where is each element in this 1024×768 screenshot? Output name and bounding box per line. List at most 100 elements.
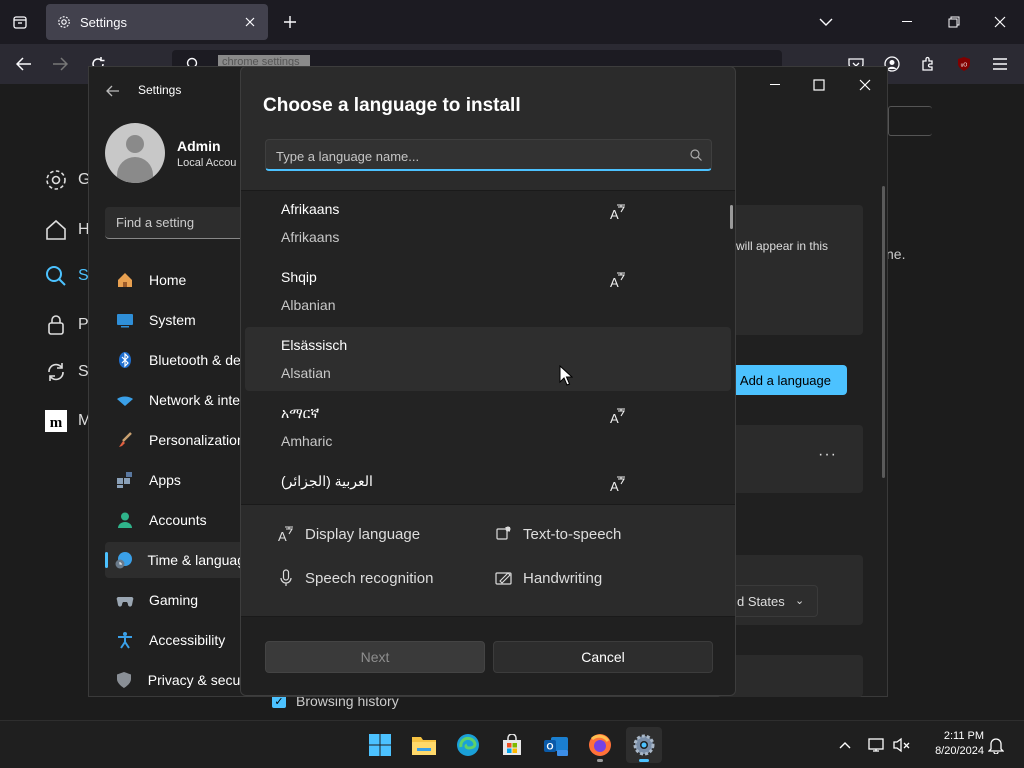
gaming-icon [115,590,135,610]
search-icon [46,266,66,286]
language-item-albanian[interactable]: Shqip Albanian A [245,259,731,323]
nav-item-privacy[interactable]: Privacy & secur [105,662,245,698]
nav-item-accounts[interactable]: Accounts [105,502,245,538]
settings-scrollbar[interactable] [882,186,885,478]
ublock-icon: uO [958,57,970,71]
nav-item-bluetooth[interactable]: Bluetooth & de [105,342,245,378]
chevron-down-icon [819,18,833,26]
language-item-alsatian[interactable]: Elsässisch Alsatian [245,327,731,391]
more-options-icon[interactable]: ··· [818,446,837,464]
nav-item-personalization[interactable]: Personalization [105,422,245,458]
settings-card [717,425,863,493]
minimize-button[interactable] [892,6,924,38]
nav-item-system[interactable]: System [105,302,245,338]
find-setting-input[interactable]: Find a setting [105,207,245,239]
store-button[interactable] [494,727,530,763]
notifications-button[interactable] [986,735,1006,755]
tab-title: Settings [80,14,127,30]
settings-card [717,655,863,697]
language-item-arabic-algeria[interactable]: العربية (الجزائر) A [245,463,731,504]
firefox-button[interactable] [582,727,618,763]
nav-item-home[interactable]: Home [105,262,245,298]
page-text: ne. [886,246,906,262]
language-list-scrollbar[interactable] [730,205,733,229]
lock-icon [48,315,64,335]
network-icon [868,738,884,752]
new-tab-button[interactable] [278,10,302,34]
language-info-text: will appear in this [736,239,829,253]
search-icon [690,149,702,161]
settings-minimize-button[interactable] [757,71,793,99]
edge-icon [457,734,479,756]
apps-icon [115,470,135,490]
sync-icon [48,363,64,381]
clock-date: 8/20/2024 [935,745,984,757]
settings-title: Settings [138,83,182,97]
outlook-button[interactable]: O [538,727,574,763]
gear-icon [633,734,655,756]
menu-button[interactable] [988,52,1012,76]
add-language-button[interactable]: Add a language [728,365,847,395]
next-button[interactable]: Next [265,641,485,673]
volume-muted-icon [893,737,910,753]
gear-icon [46,170,66,190]
svg-text:A: A [610,275,619,289]
handwriting-icon [495,569,513,587]
language-search-field[interactable] [265,139,712,171]
clock[interactable]: 2:11 PM 8/20/2024 [920,729,984,759]
legend-speech-recognition: Speech recognition [277,569,433,587]
ublock-button[interactable]: uO [952,52,976,76]
nav-item-network[interactable]: Network & inte [105,382,245,418]
forward-button[interactable] [48,52,72,76]
cancel-button[interactable]: Cancel [493,641,713,673]
page-search-box[interactable] [888,106,932,136]
close-tab-icon[interactable] [238,10,262,34]
running-indicator [597,759,603,762]
svg-text:A: A [610,207,619,221]
display-language-icon: A [610,272,625,289]
network-tray-button[interactable] [866,735,886,755]
nav-item-time-language[interactable]: Time & languag [105,542,245,578]
active-indicator [105,552,108,568]
show-hidden-icons-button[interactable] [835,735,855,755]
tab-list-button[interactable] [8,10,32,34]
accessibility-icon [115,630,135,650]
extensions-button[interactable] [916,52,940,76]
nav-item-accessibility[interactable]: Accessibility [105,622,245,658]
settings-back-button[interactable] [103,81,123,101]
list-all-tabs-button[interactable] [814,10,838,34]
display-language-icon: A [610,204,625,221]
outlook-icon: O [544,737,568,756]
brush-icon [115,430,135,450]
back-button[interactable] [12,52,36,76]
home-icon [46,219,66,240]
arrow-left-icon [16,57,31,71]
bluetooth-icon [115,350,135,370]
chevron-down-icon: ⌄ [795,595,805,607]
edge-button[interactable] [450,727,486,763]
plus-icon [284,16,296,28]
region-dropdown[interactable]: d States ⌄ [728,585,818,617]
nav-item-apps[interactable]: Apps [105,462,245,498]
settings-taskbar-button[interactable] [626,727,662,763]
language-search-input[interactable] [276,146,676,166]
close-window-button[interactable] [984,6,1016,38]
language-item-amharic[interactable]: አማርኛ Amharic A [245,395,731,459]
browser-tab-bar: Settings [0,0,1024,44]
language-item-afrikaans[interactable]: Afrikaans Afrikaans A [245,191,731,255]
settings-close-button[interactable] [847,71,883,99]
folder-icon [412,737,436,755]
accounts-icon [115,510,135,530]
svg-text:A: A [610,479,619,493]
avatar[interactable] [105,123,165,183]
svg-text:uO: uO [961,63,968,69]
volume-tray-button[interactable] [892,735,912,755]
nav-item-gaming[interactable]: Gaming [105,582,245,618]
tab-settings[interactable]: Settings [46,4,268,40]
file-explorer-button[interactable] [406,727,442,763]
settings-maximize-button[interactable] [801,71,837,99]
dialog-title: Choose a language to install [263,95,521,116]
restore-button[interactable] [938,6,970,38]
start-button[interactable] [362,727,398,763]
time-language-icon [115,550,133,570]
